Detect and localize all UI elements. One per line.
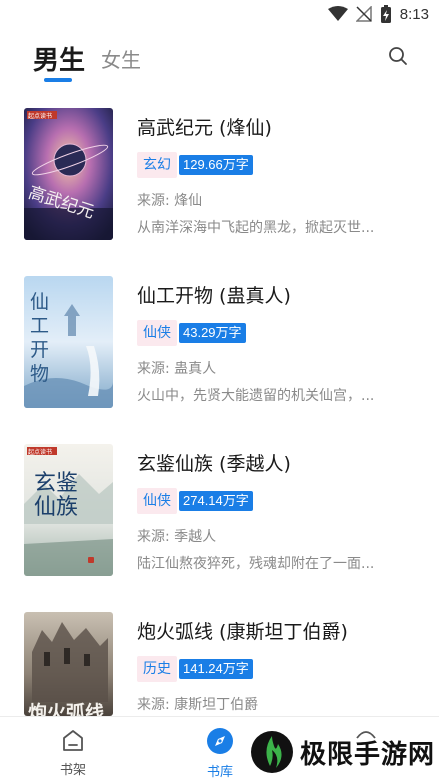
tab-male[interactable]: 男生: [33, 40, 85, 77]
nav-item-library[interactable]: 书库: [190, 727, 250, 780]
status-icons: 8:13: [327, 4, 429, 24]
cover-badge: 起点读书: [28, 113, 53, 120]
tab-female[interactable]: 女生: [101, 44, 141, 73]
bookshelf-icon: [63, 730, 83, 751]
cover-title: 仙工开物: [30, 291, 50, 385]
book-cover[interactable]: 起点读书 高武纪元: [24, 108, 113, 240]
book-intro: 从南洋深海中飞起的黑龙，掀起灭世...: [137, 220, 375, 236]
book-title[interactable]: 仙工开物 (蛊真人): [137, 281, 291, 308]
genre-tag: 仙侠: [137, 320, 177, 346]
watermark-text: 极限手游网: [300, 739, 436, 770]
book-cover[interactable]: 仙工开物: [24, 276, 113, 408]
book-source: 来源: 蛊真人: [137, 361, 217, 377]
compass-icon: [207, 728, 233, 754]
book-title[interactable]: 玄鉴仙族 (季越人): [137, 449, 291, 476]
genre-tag: 仙侠: [137, 488, 177, 514]
book-tags: 玄幻 129.66万字: [137, 152, 253, 178]
watermark-logo: [251, 731, 293, 773]
genre-tag: 玄幻: [137, 152, 177, 178]
book-title[interactable]: 炮火弧线 (康斯坦丁伯爵): [137, 617, 348, 644]
book-cover[interactable]: 起点读书 玄鉴仙族: [24, 444, 113, 576]
battery-charging-icon: [380, 5, 391, 23]
watermark: 极限手游网: [250, 730, 435, 774]
cover-badge: 起点读书: [28, 449, 53, 456]
word-count-tag: 274.14万字: [179, 491, 253, 511]
book-tags: 仙侠 43.29万字: [137, 320, 246, 346]
book-item[interactable]: 起点读书 玄鉴仙族 玄鉴仙族 (季越人) 仙侠 274.14万字 来源: 季越人…: [0, 444, 439, 579]
header: 男生 女生: [0, 30, 439, 86]
status-time: 8:13: [399, 5, 429, 23]
book-item[interactable]: 仙工开物 仙工开物 (蛊真人) 仙侠 43.29万字 来源: 蛊真人 火山中，先…: [0, 276, 439, 411]
nav-item-bookshelf[interactable]: 书架: [43, 727, 103, 778]
book-source: 来源: 烽仙: [137, 193, 203, 209]
word-count-tag: 43.29万字: [179, 323, 246, 343]
word-count-tag: 141.24万字: [179, 659, 253, 679]
nav-label-library: 书库: [206, 765, 233, 780]
word-count-tag: 129.66万字: [179, 155, 253, 175]
book-tags: 仙侠 274.14万字: [137, 488, 253, 514]
wifi-icon: [327, 6, 348, 21]
active-tab-indicator: [44, 78, 72, 82]
book-source: 来源: 康斯坦丁伯爵: [137, 697, 259, 713]
cover-title: 玄鉴仙族: [34, 471, 79, 520]
book-cover[interactable]: 炮火弧线: [24, 612, 113, 716]
book-intro: 火山中，先贤大能遗留的机关仙宫，...: [137, 388, 375, 404]
genre-tag: 历史: [137, 656, 177, 682]
book-tags: 历史 141.24万字: [137, 656, 253, 682]
status-bar: 8:13: [0, 0, 439, 30]
book-item[interactable]: 起点读书 高武纪元 高武纪元 (烽仙) 玄幻 129.66万字 来源: 烽仙 从…: [0, 108, 439, 243]
search-icon[interactable]: [387, 45, 409, 67]
book-intro: 陆江仙熬夜猝死，残魂却附在了一面...: [137, 556, 375, 572]
nav-label-bookshelf: 书架: [59, 763, 86, 778]
book-source: 来源: 季越人: [137, 529, 217, 545]
book-title[interactable]: 高武纪元 (烽仙): [137, 113, 272, 140]
cover-title: 炮火弧线: [28, 702, 105, 716]
no-signal-icon: [355, 6, 372, 22]
